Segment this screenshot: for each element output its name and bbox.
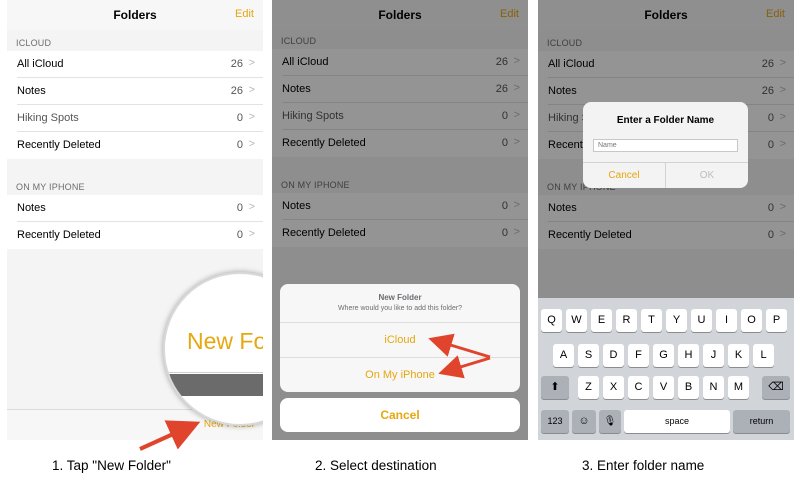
key-n[interactable]: N xyxy=(703,376,724,399)
key-c[interactable]: C xyxy=(628,376,649,399)
folder-count: 26 xyxy=(230,85,243,97)
chevron-right-icon: > xyxy=(248,57,255,69)
key-x[interactable]: X xyxy=(603,376,624,399)
action-sheet-title: New Folder xyxy=(378,293,422,302)
folder-name-alert: Enter a Folder Name Cancel OK xyxy=(583,102,748,188)
chevron-right-icon: > xyxy=(248,228,255,240)
section-header-on-my-iphone: ON MY IPHONE xyxy=(16,182,85,192)
delete-icon[interactable]: ⌫ xyxy=(762,376,790,399)
caption-step-2: 2. Select destination xyxy=(315,458,437,473)
alert-ok-button[interactable]: OK xyxy=(666,163,748,188)
step1-screen: Folders Edit ICLOUD All iCloud 26 > Note… xyxy=(7,0,263,440)
chevron-right-icon: > xyxy=(248,201,255,213)
action-sheet-message: Where would you like to add this folder? xyxy=(337,305,463,312)
folder-count: 0 xyxy=(236,112,243,124)
key-y[interactable]: Y xyxy=(666,309,687,332)
nav-title: Folders xyxy=(113,8,157,22)
folder-count: 0 xyxy=(236,139,243,151)
magnified-toolbar-edge xyxy=(165,374,263,396)
chevron-right-icon: > xyxy=(248,138,255,150)
alert-title: Enter a Folder Name xyxy=(616,115,715,126)
caption-step-3: 3. Enter folder name xyxy=(582,458,705,473)
folder-count: 0 xyxy=(236,229,243,241)
emoji-icon[interactable]: ☺ xyxy=(572,410,596,433)
magnifier-callout: New Folder xyxy=(163,272,263,426)
chevron-right-icon: > xyxy=(248,84,255,96)
folder-row-iphone-notes[interactable]: Notes 0 > xyxy=(7,195,263,222)
key-a[interactable]: A xyxy=(553,344,574,367)
folder-label: Notes xyxy=(17,202,46,214)
caption-step-1: 1. Tap "New Folder" xyxy=(52,458,171,473)
folder-label: Recently Deleted xyxy=(17,229,101,241)
folder-label: Recently Deleted xyxy=(17,139,101,151)
option-on-my-iphone-button[interactable]: On My iPhone xyxy=(280,357,520,392)
key-t[interactable]: T xyxy=(641,309,662,332)
folder-row-iphone-recently-deleted[interactable]: Recently Deleted 0 > xyxy=(7,222,263,249)
folder-name-input[interactable] xyxy=(593,139,738,152)
key-d[interactable]: D xyxy=(603,344,624,367)
key-g[interactable]: G xyxy=(653,344,674,367)
option-icloud-button[interactable]: iCloud xyxy=(280,322,520,357)
key-f[interactable]: F xyxy=(628,344,649,367)
key-r[interactable]: R xyxy=(616,309,637,332)
folder-label: Hiking Spots xyxy=(17,112,79,124)
return-key[interactable]: return xyxy=(733,410,790,433)
key-o[interactable]: O xyxy=(741,309,762,332)
space-key[interactable]: space xyxy=(624,410,730,433)
key-k[interactable]: K xyxy=(728,344,749,367)
magnified-new-folder-label: New Folder xyxy=(187,328,263,354)
action-sheet: New Folder Where would you like to add t… xyxy=(280,284,520,392)
folder-label: Notes xyxy=(17,85,46,97)
key-u[interactable]: U xyxy=(691,309,712,332)
folder-row-notes[interactable]: Notes 26 > xyxy=(7,78,263,105)
keyboard: Q W E R T Y U I O P A S D F G H J K L ⬆ … xyxy=(538,298,794,440)
key-s[interactable]: S xyxy=(578,344,599,367)
key-j[interactable]: J xyxy=(703,344,724,367)
key-i[interactable]: I xyxy=(716,309,737,332)
microphone-icon[interactable]: 🎙 xyxy=(599,410,621,433)
action-sheet-cancel-button[interactable]: Cancel xyxy=(280,398,520,432)
key-e[interactable]: E xyxy=(591,309,612,332)
step3-screen: Folders Edit ICLOUD All iCloud 26 > Note… xyxy=(538,0,794,440)
key-z[interactable]: Z xyxy=(578,376,599,399)
key-q[interactable]: Q xyxy=(541,309,562,332)
numbers-key[interactable]: 123 xyxy=(541,410,569,433)
key-w[interactable]: W xyxy=(566,309,587,332)
edit-button[interactable]: Edit xyxy=(235,8,254,20)
key-p[interactable]: P xyxy=(766,309,787,332)
folder-row-all-icloud[interactable]: All iCloud 26 > xyxy=(7,51,263,78)
navigation-bar: Folders Edit xyxy=(7,0,263,30)
key-b[interactable]: B xyxy=(678,376,699,399)
magnified-divider xyxy=(165,372,263,373)
folder-row-hiking-spots[interactable]: Hiking Spots 0 > xyxy=(7,105,263,132)
chevron-right-icon: > xyxy=(248,111,255,123)
folder-label: All iCloud xyxy=(17,58,64,70)
step2-screen: Folders Edit ICLOUD All iCloud 26 > Note… xyxy=(272,0,528,440)
key-v[interactable]: V xyxy=(653,376,674,399)
alert-cancel-button[interactable]: Cancel xyxy=(583,163,665,188)
key-m[interactable]: M xyxy=(728,376,749,399)
folder-count: 0 xyxy=(236,202,243,214)
key-l[interactable]: L xyxy=(753,344,774,367)
folder-count: 26 xyxy=(230,58,243,70)
section-header-icloud: ICLOUD xyxy=(16,38,52,48)
folder-row-recently-deleted[interactable]: Recently Deleted 0 > xyxy=(7,132,263,159)
key-h[interactable]: H xyxy=(678,344,699,367)
shift-icon[interactable]: ⬆ xyxy=(541,376,569,399)
